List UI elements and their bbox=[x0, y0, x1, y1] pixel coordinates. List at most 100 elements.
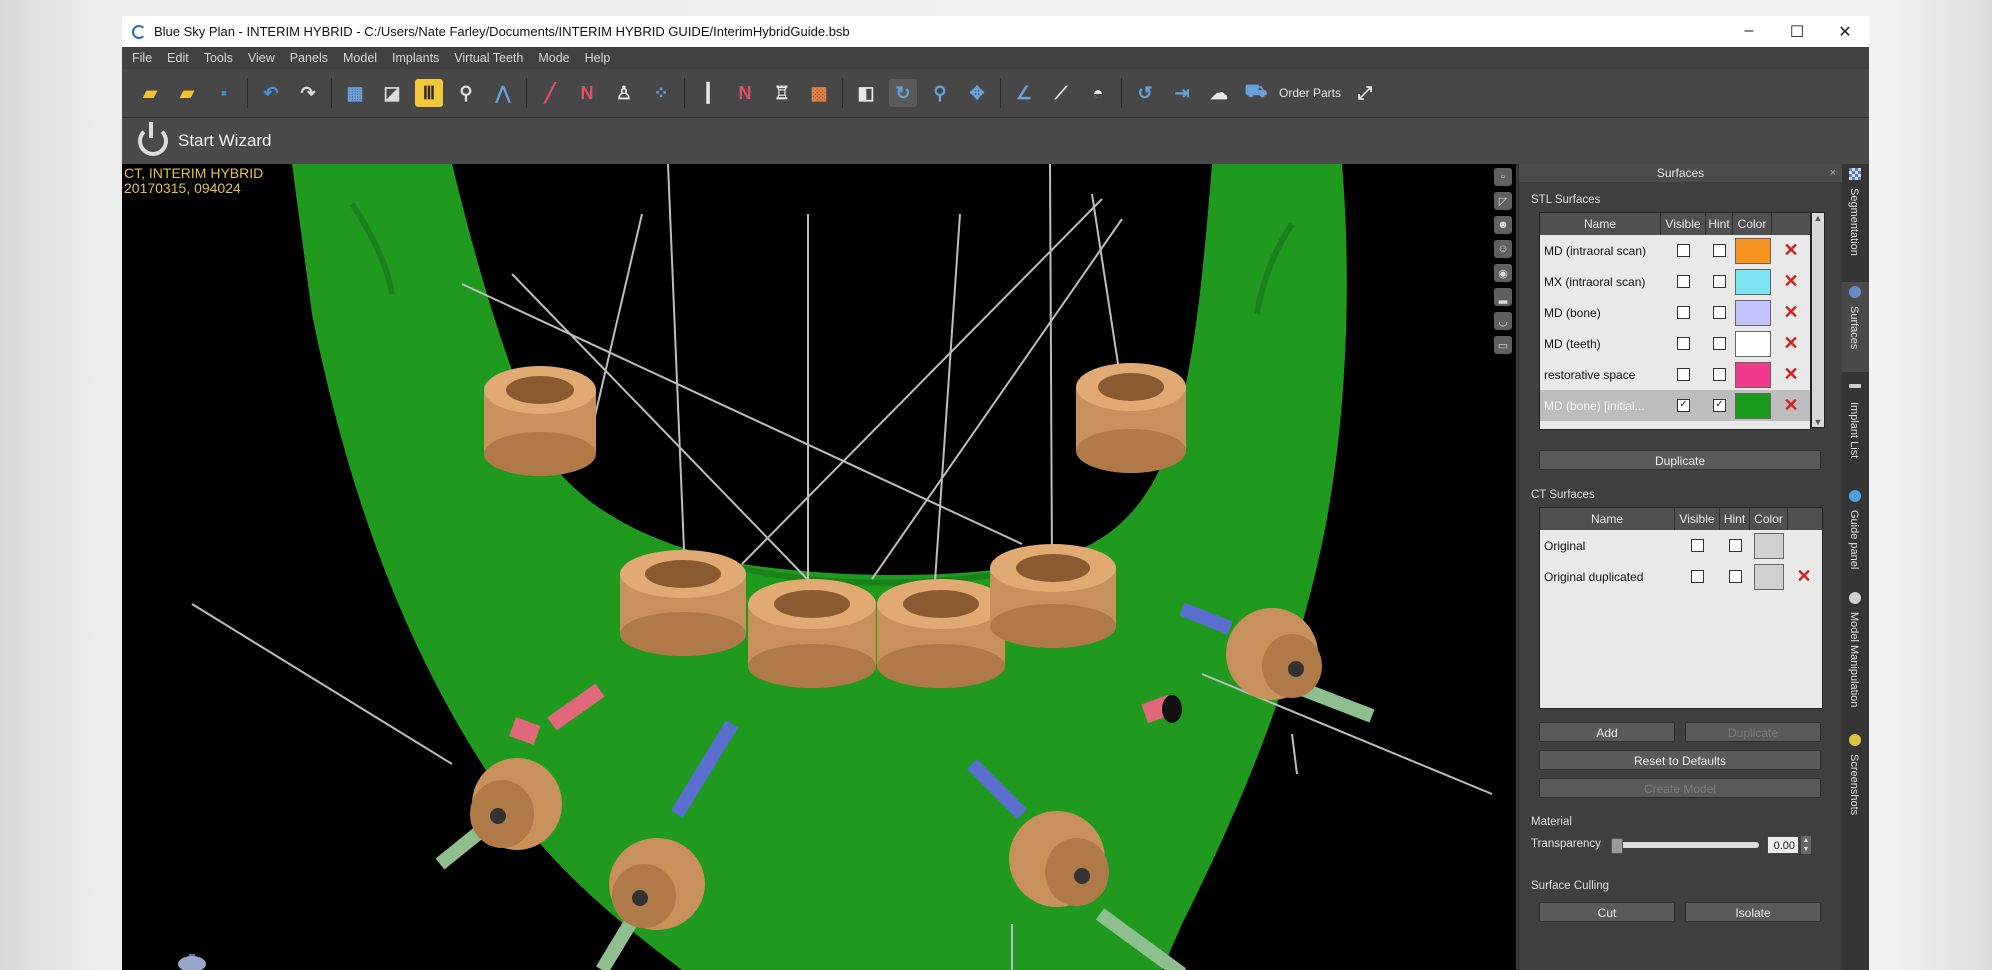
menu-help[interactable]: Help bbox=[585, 51, 611, 65]
menu-model[interactable]: Model bbox=[343, 51, 377, 65]
delete-icon[interactable]: ✕ bbox=[1783, 302, 1798, 323]
tab-model-manipulation[interactable]: Model Manipulation bbox=[1842, 588, 1869, 724]
save-icon[interactable]: ▪ bbox=[210, 79, 238, 107]
tab-guide-panel[interactable]: Guide panel bbox=[1842, 486, 1869, 582]
fullscreen-icon[interactable]: ⤢ bbox=[1351, 79, 1379, 107]
curve-icon[interactable]: ⋀ bbox=[489, 79, 517, 107]
hint-checkbox[interactable] bbox=[1713, 368, 1726, 381]
delete-icon[interactable]: ✕ bbox=[1783, 333, 1798, 354]
undo-icon[interactable]: ↶ bbox=[257, 79, 285, 107]
color-swatch[interactable] bbox=[1734, 330, 1771, 357]
view-face-icon[interactable]: ☺ bbox=[1494, 240, 1512, 258]
stl-table-row[interactable]: restorative space ✕ bbox=[1540, 359, 1810, 390]
pen-icon[interactable]: ╱ bbox=[536, 79, 564, 107]
ct-table-row[interactable]: Original duplicated ✕ bbox=[1540, 561, 1822, 592]
stl-table-row[interactable]: MD (bone) [initial... ✓ ✓ ✕ bbox=[1540, 390, 1810, 421]
view-jaw-icon[interactable]: ◡ bbox=[1494, 312, 1512, 330]
color-swatch[interactable] bbox=[1734, 392, 1771, 419]
maximize-button[interactable]: ☐ bbox=[1773, 22, 1821, 42]
stl-table-scrollbar[interactable]: ▲ ▼ bbox=[1811, 212, 1825, 428]
points-icon[interactable]: ⁘ bbox=[647, 79, 675, 107]
hint-checkbox[interactable] bbox=[1713, 244, 1726, 257]
order-parts-link[interactable]: Order Parts bbox=[1279, 86, 1341, 100]
protractor-icon[interactable]: ◓ bbox=[1084, 79, 1112, 107]
isolate-button[interactable]: Isolate bbox=[1685, 902, 1821, 922]
reset-view-icon[interactable]: ↺ bbox=[1131, 79, 1159, 107]
color-swatch[interactable] bbox=[1734, 299, 1771, 326]
delete-icon[interactable]: ✕ bbox=[1783, 395, 1798, 416]
color-swatch[interactable] bbox=[1754, 563, 1784, 590]
rotate-icon[interactable]: ↻ bbox=[889, 79, 917, 107]
panel-close-icon[interactable]: × bbox=[1830, 164, 1836, 182]
visible-checkbox[interactable] bbox=[1691, 570, 1704, 583]
open-folder-dropdown-icon[interactable]: ▰ bbox=[173, 79, 201, 107]
menu-edit[interactable]: Edit bbox=[167, 51, 189, 65]
menu-panels[interactable]: Panels bbox=[290, 51, 328, 65]
hint-checkbox[interactable] bbox=[1713, 275, 1726, 288]
minimize-button[interactable]: – bbox=[1725, 22, 1773, 42]
tab-segmentation[interactable]: Segmentation bbox=[1842, 164, 1869, 276]
ct-table-row[interactable]: Original bbox=[1540, 530, 1822, 561]
cut-button[interactable]: Cut bbox=[1539, 902, 1675, 922]
visible-checkbox[interactable] bbox=[1677, 306, 1690, 319]
spin-arrows-icon[interactable]: ▲ ▼ bbox=[1801, 836, 1811, 854]
hint-checkbox[interactable] bbox=[1728, 539, 1742, 552]
visible-checkbox[interactable] bbox=[1677, 368, 1690, 381]
cart-icon[interactable]: ⛟ bbox=[1242, 79, 1270, 107]
power-icon[interactable] bbox=[138, 122, 168, 156]
tab-screenshots[interactable]: Screenshots bbox=[1842, 730, 1869, 830]
color-swatch[interactable] bbox=[1754, 532, 1784, 559]
crown-icon[interactable]: ♖ bbox=[768, 79, 796, 107]
hint-checkbox[interactable] bbox=[1728, 570, 1742, 583]
menu-mode[interactable]: Mode bbox=[538, 51, 569, 65]
angle-icon[interactable]: ∠ bbox=[1010, 79, 1038, 107]
color-swatch[interactable] bbox=[1734, 361, 1771, 388]
add-ct-surface-button[interactable]: Add bbox=[1539, 722, 1675, 742]
tab-surfaces[interactable]: Surfaces bbox=[1842, 282, 1869, 372]
visible-checkbox[interactable] bbox=[1677, 244, 1690, 257]
duplicate-ct-button[interactable]: Duplicate bbox=[1685, 722, 1821, 742]
close-window-button[interactable]: ✕ bbox=[1821, 22, 1869, 42]
tab-implant-list[interactable]: Implant List bbox=[1842, 380, 1869, 480]
pan-icon[interactable]: ✥ bbox=[963, 79, 991, 107]
hint-checkbox[interactable] bbox=[1713, 337, 1726, 350]
zoom-icon[interactable]: ⚲ bbox=[926, 79, 954, 107]
color-swatch[interactable] bbox=[1734, 268, 1771, 295]
view-side-icon[interactable]: ◸ bbox=[1494, 192, 1512, 210]
grid-icon[interactable]: ▦ bbox=[341, 79, 369, 107]
teeth-set-icon[interactable]: ▩ bbox=[805, 79, 833, 107]
menu-tools[interactable]: Tools bbox=[204, 51, 233, 65]
menu-virtual-teeth[interactable]: Virtual Teeth bbox=[454, 51, 523, 65]
transparency-spinbox[interactable]: 0.00 bbox=[1767, 836, 1799, 854]
stl-table-row[interactable]: MD (teeth) ✕ bbox=[1540, 328, 1810, 359]
slider-handle[interactable] bbox=[1611, 838, 1623, 854]
delete-icon[interactable]: ✕ bbox=[1796, 566, 1811, 587]
zoom-magnifier-icon[interactable]: ⚲ bbox=[452, 79, 480, 107]
menu-view[interactable]: View bbox=[248, 51, 275, 65]
view-top-icon[interactable]: ▂ bbox=[1494, 288, 1512, 306]
stl-table-row[interactable]: MD (intraoral scan) ✕ bbox=[1540, 235, 1810, 266]
export-icon[interactable]: ⇥ bbox=[1168, 79, 1196, 107]
measure-icon[interactable]: ⟋ bbox=[1047, 79, 1075, 107]
redo-icon[interactable]: ↷ bbox=[294, 79, 322, 107]
delete-icon[interactable]: ✕ bbox=[1783, 240, 1798, 261]
duplicate-stl-button[interactable]: Duplicate bbox=[1539, 450, 1821, 470]
visible-checkbox[interactable] bbox=[1691, 539, 1704, 552]
spline-icon[interactable]: N bbox=[731, 79, 759, 107]
menu-implants[interactable]: Implants bbox=[392, 51, 439, 65]
delete-icon[interactable]: ✕ bbox=[1783, 364, 1798, 385]
menu-file[interactable]: File bbox=[132, 51, 152, 65]
tooth-icon[interactable]: ♙ bbox=[610, 79, 638, 107]
3d-viewport[interactable]: CT, INTERIM HYBRID 20170315, 094024 ▫ ◸ … bbox=[122, 164, 1516, 970]
visible-checkbox[interactable] bbox=[1677, 337, 1690, 350]
visible-checkbox[interactable]: ✓ bbox=[1677, 399, 1690, 412]
view-3d-icon[interactable]: ◉ bbox=[1494, 264, 1512, 282]
stl-table-row[interactable]: MD (bone) ✕ bbox=[1540, 297, 1810, 328]
scan-icon[interactable]: ◪ bbox=[378, 79, 406, 107]
view-front-icon[interactable]: ▫ bbox=[1494, 168, 1512, 186]
stl-table-row[interactable]: MX (intraoral scan) ✕ bbox=[1540, 266, 1810, 297]
nerve-icon[interactable]: N bbox=[573, 79, 601, 107]
hint-checkbox[interactable] bbox=[1713, 306, 1726, 319]
contrast-icon[interactable]: ◧ bbox=[852, 79, 880, 107]
jaw-model-scene[interactable] bbox=[122, 164, 1516, 970]
